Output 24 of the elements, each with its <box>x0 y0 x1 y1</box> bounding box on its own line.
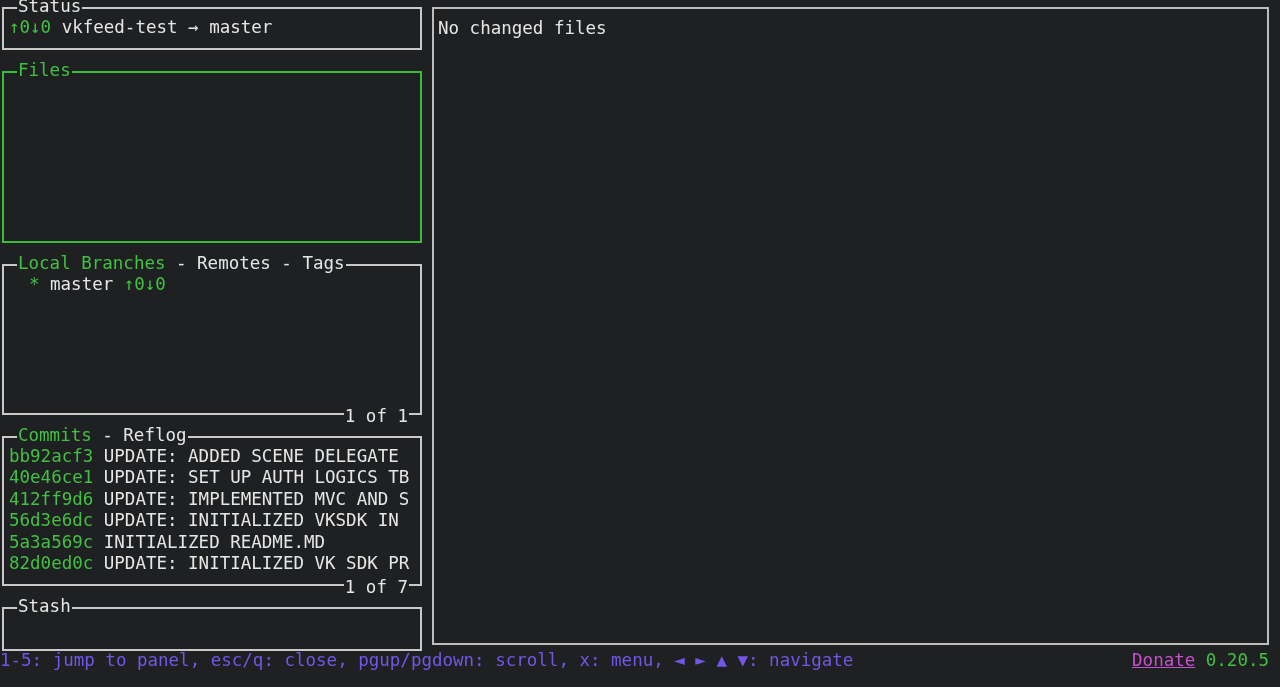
ahead-behind-counter: ↑0↓0 <box>9 17 52 38</box>
commit-message: UPDATE: SET UP AUTH LOGICS TB <box>103 467 410 489</box>
commit-message: UPDATE: ADDED SCENE DELEGATE <box>103 446 399 468</box>
commit-hash: 56d3e6dc <box>9 510 94 532</box>
commit-message: UPDATE: INITIALIZED VKSDK IN <box>103 510 399 532</box>
current-branch-marker: * <box>29 274 40 295</box>
commit-hash: 5a3a569c <box>9 531 94 554</box>
commit-message: UPDATE: INITIALIZED VK SDK PR <box>103 553 410 575</box>
status-message: No changed files <box>438 18 608 39</box>
ahead-behind-counter: ↑0↓0 <box>123 274 166 295</box>
commit-message: UPDATE: IMPLEMENTED MVC AND S <box>103 488 410 511</box>
tab-separator: - <box>102 425 113 445</box>
version-label: 0.20.5 <box>1205 650 1269 670</box>
commit-hash: 82d0ed0c <box>9 553 94 575</box>
commit-message: INITIALIZED README.MD <box>103 531 326 554</box>
commit-hash: bb92acf3 <box>9 446 94 468</box>
keybindings-hint: 1-5: jump to panel, esc/q: close, pgup/pgdown: scroll, x: menu, ◄ ► ▲ ▼: navigate <box>0 650 854 670</box>
panel-tab[interactable]: Reflog <box>123 425 187 445</box>
commit-hash: 412ff9d6 <box>9 488 94 511</box>
commit-hash: 40e46ce1 <box>9 467 94 489</box>
panel-tab[interactable]: Commits <box>18 425 92 445</box>
repo-branch-label: vkfeed-test → master <box>61 17 273 38</box>
donate-link[interactable]: Donate <box>1132 650 1196 670</box>
branch-name[interactable]: master <box>50 274 114 295</box>
